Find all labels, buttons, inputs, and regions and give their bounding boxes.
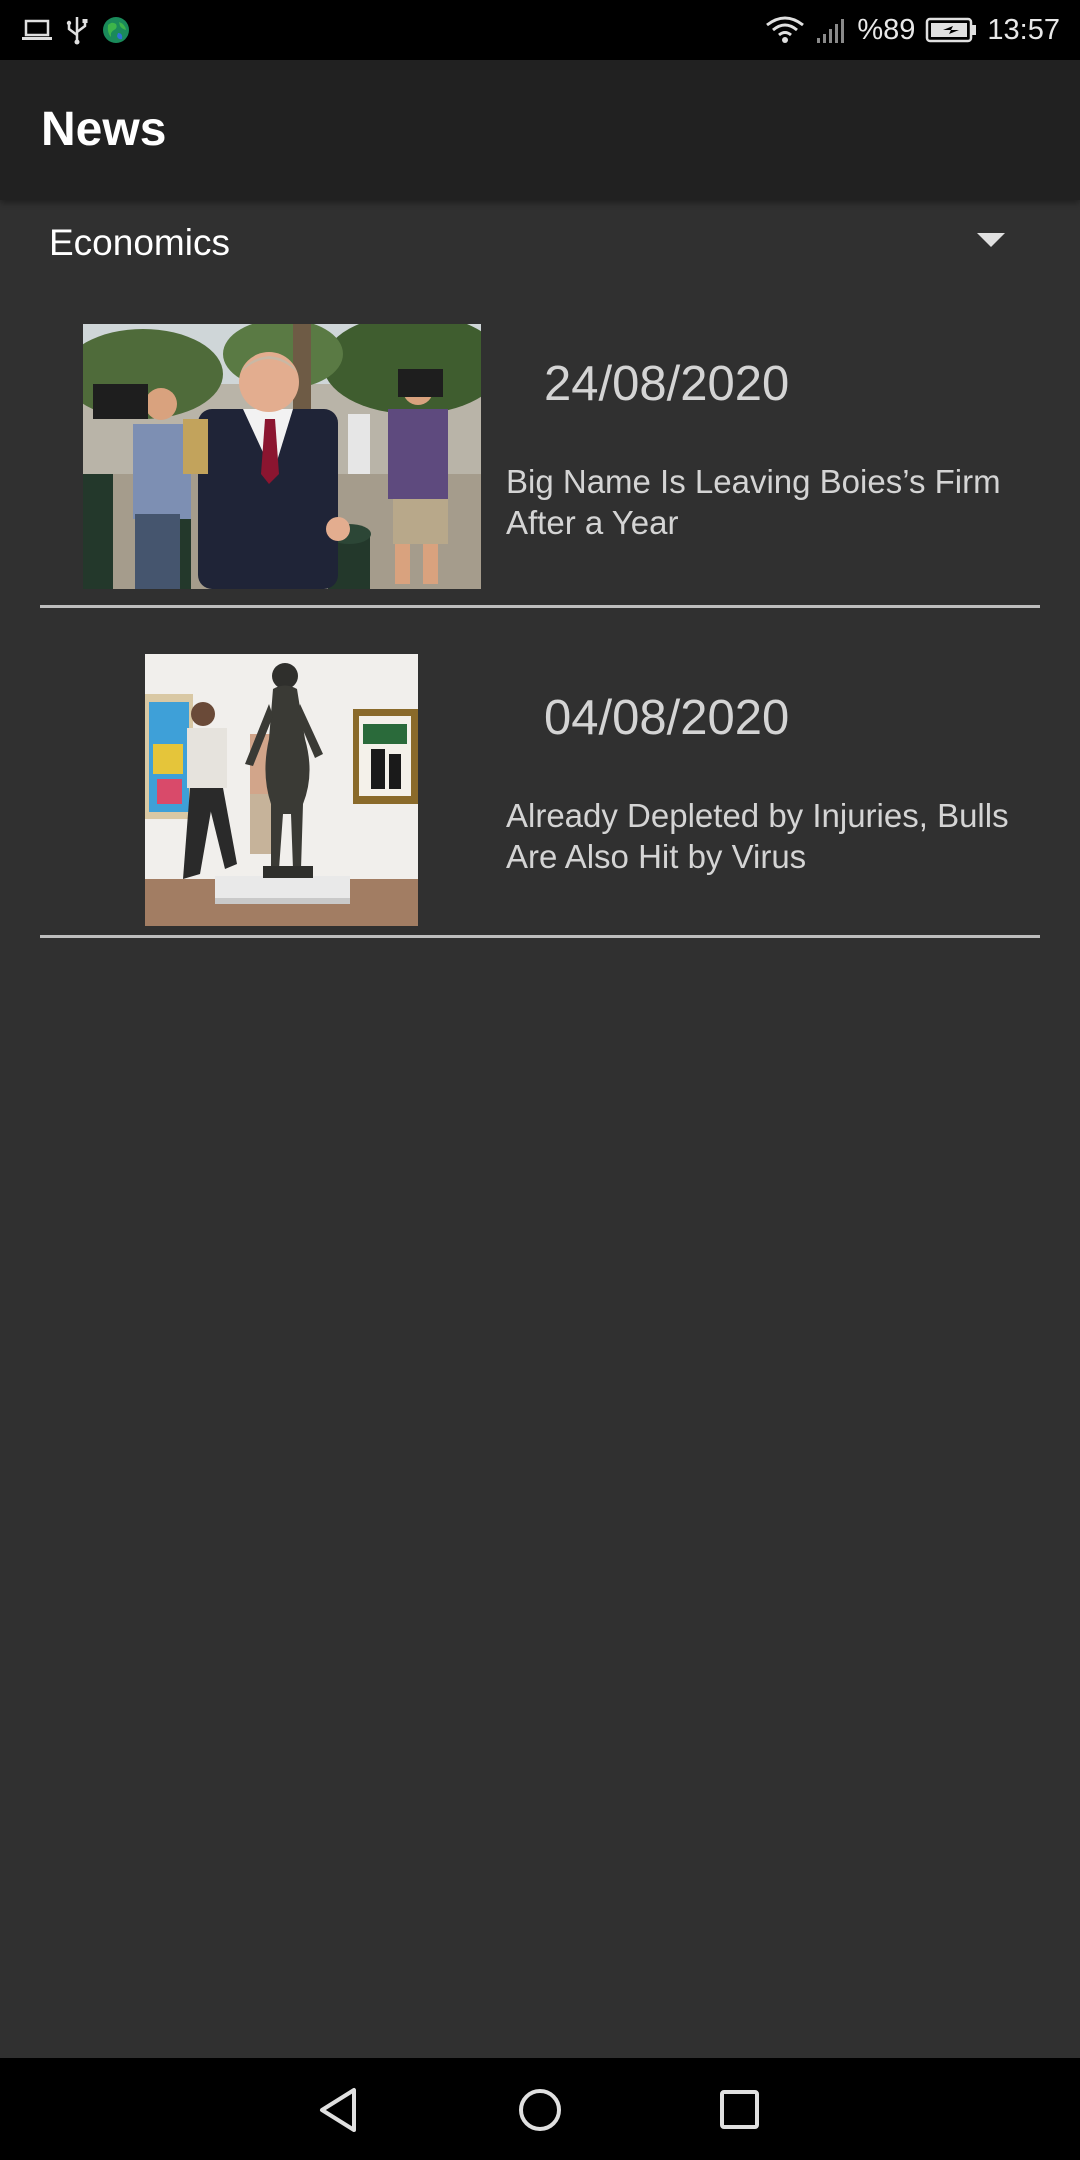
- laptop-icon: [22, 18, 52, 42]
- navigation-bar: [0, 2058, 1080, 2160]
- news-thumbnail: [145, 654, 418, 926]
- news-headline: Already Depleted by Injuries, Bulls Are …: [506, 797, 1009, 875]
- page-title: News: [41, 103, 167, 156]
- status-bar: %89 13:57: [0, 0, 1080, 60]
- news-list-item[interactable]: 24/08/2020 Big Name Is Leaving Boies’s F…: [0, 298, 1080, 616]
- recents-icon[interactable]: [710, 2080, 770, 2140]
- news-list: 24/08/2020 Big Name Is Leaving Boies’s F…: [0, 298, 1080, 954]
- globe-icon: [102, 16, 130, 44]
- app-bar: News: [0, 60, 1080, 200]
- battery-percent: %89: [857, 13, 916, 46]
- category-selected-label: Economics: [49, 222, 230, 263]
- back-icon[interactable]: [310, 2080, 370, 2140]
- battery-icon: [925, 17, 977, 43]
- list-divider: [40, 605, 1040, 608]
- news-date: 24/08/2020: [544, 357, 790, 411]
- status-left-icons: [22, 12, 130, 48]
- news-date: 04/08/2020: [544, 691, 790, 745]
- news-list-item[interactable]: 04/08/2020 Already Depleted by Injuries,…: [0, 616, 1080, 954]
- category-dropdown[interactable]: Economics: [0, 202, 1080, 298]
- wifi-icon: [765, 15, 805, 45]
- home-icon[interactable]: [510, 2080, 570, 2140]
- news-thumbnail: [83, 324, 481, 589]
- news-headline: Big Name Is Leaving Boies’s Firm After a…: [506, 463, 1001, 541]
- signal-icon: [815, 16, 847, 44]
- list-divider: [40, 935, 1040, 938]
- clock: 13:57: [987, 13, 1060, 46]
- usb-icon: [66, 15, 88, 45]
- status-right-icons: %89 13:57: [765, 8, 1060, 52]
- dropdown-arrow-icon: [977, 233, 1005, 253]
